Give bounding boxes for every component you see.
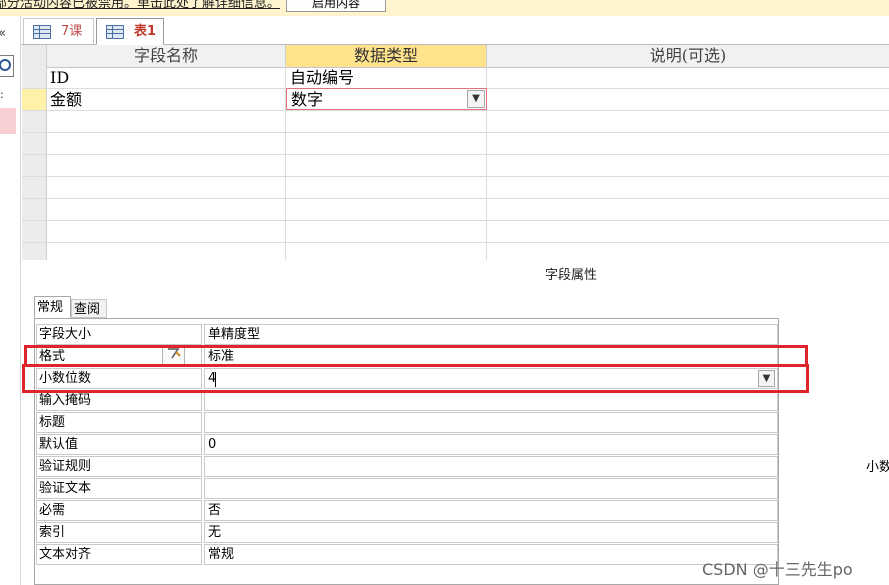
- chevron-down-icon[interactable]: ▼: [467, 90, 485, 108]
- data-type-cell[interactable]: [286, 199, 487, 220]
- description-cell[interactable]: [487, 67, 889, 88]
- row-selector[interactable]: [22, 67, 47, 88]
- property-value[interactable]: 0: [204, 434, 778, 455]
- field-properties-title: 字段属性: [545, 268, 598, 283]
- field-name-cell[interactable]: ID: [47, 67, 286, 88]
- row-selector[interactable]: [22, 111, 47, 132]
- row-selector[interactable]: [22, 221, 47, 242]
- shutter-close-icon[interactable]: «: [0, 26, 6, 41]
- tab-label: 表1: [134, 24, 157, 39]
- property-value[interactable]: 常规: [204, 544, 778, 565]
- watermark: CSDN @十三先生po: [702, 560, 853, 579]
- navigation-pane: [0, 16, 21, 585]
- tab-7ke[interactable]: 7课: [23, 18, 94, 44]
- property-label: 标题: [36, 412, 202, 433]
- property-label: 字段大小: [36, 324, 202, 345]
- table-icon: [33, 25, 51, 39]
- row-selector[interactable]: [22, 243, 47, 260]
- document-tab-bar: 7课 表1: [21, 16, 889, 45]
- column-header-description[interactable]: 说明(可选): [487, 45, 889, 67]
- data-type-cell[interactable]: [286, 155, 487, 176]
- property-label: 文本对齐: [36, 544, 202, 565]
- property-row-default-value[interactable]: 默认值 0: [36, 434, 778, 456]
- data-type-dropdown[interactable]: 数字 ▼: [286, 88, 487, 110]
- property-row-text-align[interactable]: 文本对齐 常规: [36, 544, 778, 566]
- data-type-cell[interactable]: [286, 177, 487, 198]
- tab-biao1[interactable]: 表1: [96, 18, 164, 45]
- property-row-validation-text[interactable]: 验证文本: [36, 478, 778, 500]
- empty-field-row[interactable]: [22, 243, 889, 260]
- property-row-field-size[interactable]: 字段大小 单精度型: [36, 324, 778, 346]
- empty-field-row[interactable]: [22, 177, 889, 199]
- property-value[interactable]: 否: [204, 500, 778, 521]
- field-name-cell[interactable]: [47, 177, 286, 198]
- row-selector[interactable]: [22, 155, 47, 176]
- data-type-cell[interactable]: 自动编号: [286, 67, 487, 88]
- property-value[interactable]: [204, 456, 778, 477]
- data-type-cell[interactable]: [286, 221, 487, 242]
- property-value[interactable]: [204, 412, 778, 433]
- row-selector[interactable]: [22, 177, 47, 198]
- field-design-grid: 字段名称 数据类型 说明(可选) ID 自动编号 金额 数字 ▼: [22, 45, 889, 260]
- property-label: 输入掩码: [36, 390, 202, 411]
- column-header-field-name[interactable]: 字段名称: [47, 45, 286, 67]
- table-icon: [106, 25, 124, 39]
- property-value[interactable]: 无: [204, 522, 778, 543]
- column-header-data-type[interactable]: 数据类型: [286, 45, 487, 67]
- highlight-decimal-places-row: [22, 364, 809, 393]
- property-row-caption[interactable]: 标题: [36, 412, 778, 434]
- nav-label-fragment: :: [0, 88, 4, 101]
- row-selector[interactable]: [22, 199, 47, 220]
- search-icon[interactable]: [0, 55, 14, 77]
- property-label: 验证文本: [36, 478, 202, 499]
- field-name-cell[interactable]: [47, 133, 286, 154]
- property-label: 验证规则: [36, 456, 202, 477]
- property-row-input-mask[interactable]: 输入掩码: [36, 390, 778, 412]
- field-name-cell[interactable]: [47, 199, 286, 220]
- field-name-cell[interactable]: [47, 243, 286, 260]
- field-row-current[interactable]: 金额 数字 ▼: [22, 88, 889, 111]
- tab-lookup[interactable]: 查阅: [71, 299, 107, 318]
- select-all-corner[interactable]: [22, 45, 47, 67]
- security-warning-link[interactable]: 部分活动内容已被禁用。单击此处了解详细信息。: [0, 0, 280, 11]
- field-name-cell[interactable]: 金额: [47, 89, 286, 110]
- grid-header: 字段名称 数据类型 说明(可选): [22, 45, 889, 68]
- data-type-value: 数字: [291, 90, 324, 109]
- property-help-text: 小数: [866, 460, 889, 475]
- enable-content-button[interactable]: 启用内容: [286, 0, 386, 12]
- row-selector[interactable]: [22, 133, 47, 154]
- description-cell[interactable]: [487, 89, 889, 110]
- row-selector[interactable]: [22, 89, 47, 110]
- data-type-cell[interactable]: [286, 133, 487, 154]
- tab-label: 7课: [61, 24, 83, 39]
- property-row-validation-rule[interactable]: 验证规则: [36, 456, 778, 478]
- empty-field-row[interactable]: [22, 199, 889, 221]
- field-name-cell[interactable]: [47, 221, 286, 242]
- data-type-cell[interactable]: [286, 111, 487, 132]
- message-bar: 部分活动内容已被禁用。单击此处了解详细信息。 启用内容: [0, 0, 889, 17]
- property-label: 默认值: [36, 434, 202, 455]
- property-value[interactable]: [204, 478, 778, 499]
- empty-field-row[interactable]: [22, 111, 889, 133]
- property-label: 必需: [36, 500, 202, 521]
- field-name-cell[interactable]: [47, 111, 286, 132]
- field-row[interactable]: ID 自动编号: [22, 67, 889, 89]
- property-row-indexed[interactable]: 索引 无: [36, 522, 778, 544]
- data-type-cell[interactable]: [286, 243, 487, 260]
- property-row-required[interactable]: 必需 否: [36, 500, 778, 522]
- empty-field-row[interactable]: [22, 221, 889, 243]
- nav-selected-item[interactable]: [0, 108, 16, 134]
- property-value[interactable]: 单精度型: [204, 324, 778, 345]
- property-value[interactable]: [204, 390, 778, 411]
- property-label: 索引: [36, 522, 202, 543]
- field-name-cell[interactable]: [47, 155, 286, 176]
- empty-field-row[interactable]: [22, 155, 889, 177]
- empty-field-row[interactable]: [22, 133, 889, 155]
- tab-general[interactable]: 常规: [34, 296, 71, 318]
